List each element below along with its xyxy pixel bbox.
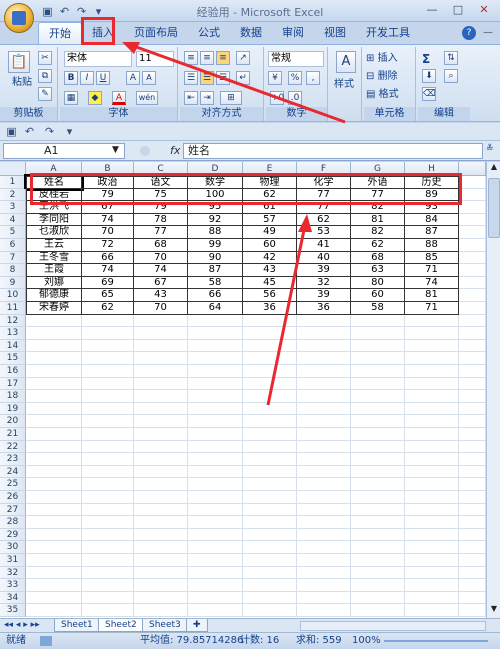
annotation-arrows — [122, 42, 346, 406]
arrowhead-row-icon — [298, 214, 312, 232]
arrow-to-insert-tab — [127, 42, 346, 124]
office-button[interactable] — [4, 3, 34, 33]
arrow-to-row-2 — [266, 224, 307, 406]
office-logo-icon — [12, 11, 26, 25]
